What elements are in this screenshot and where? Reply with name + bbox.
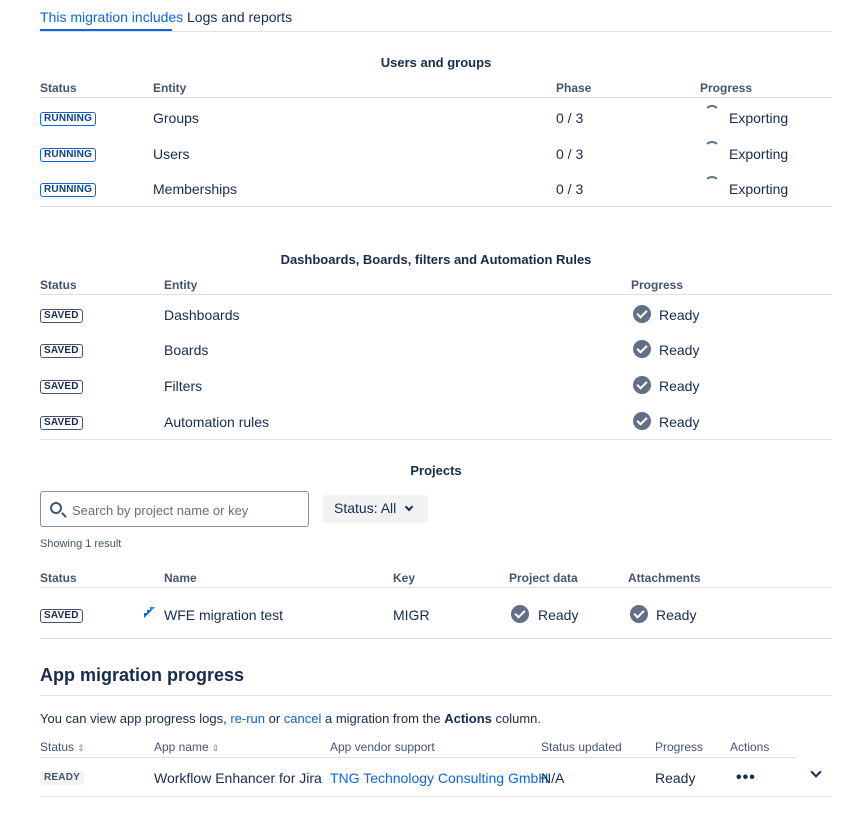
search-field[interactable]	[40, 491, 309, 527]
status-badge: SAVED	[40, 344, 83, 358]
info-actions-bold: Actions	[444, 711, 492, 726]
progress-text: Ready	[659, 378, 700, 394]
chevron-down-icon[interactable]	[810, 766, 822, 778]
progress-text: Ready	[659, 342, 700, 358]
pj-header-divider	[40, 587, 832, 588]
progress-text: Exporting	[729, 110, 789, 126]
users-groups-title: Users and groups	[380, 55, 492, 70]
entity-name: Filters	[164, 378, 203, 394]
app-actions-header: Actions	[730, 740, 770, 754]
status-badge: RUNNING	[40, 183, 97, 197]
info-middle: a migration from the	[321, 711, 445, 726]
ug-progress-header: Progress	[700, 81, 753, 95]
status-badge: RUNNING	[40, 112, 97, 126]
info-or: or	[265, 711, 284, 726]
phase-value: 0 / 3	[556, 146, 584, 162]
vendor-support-link[interactable]: TNG Technology Consulting GmbH	[330, 770, 548, 786]
phase-value: 0 / 3	[556, 110, 584, 126]
spinner-icon	[704, 176, 720, 192]
attachments-status: Ready	[656, 607, 697, 623]
pj-project-data-header: Project data	[509, 571, 578, 585]
search-icon	[50, 502, 62, 514]
entity-name: Groups	[153, 110, 199, 126]
project-data-status: Ready	[538, 607, 579, 623]
check-circle-icon	[511, 605, 529, 623]
status-badge: SAVED	[40, 309, 83, 323]
status-filter-button[interactable]: Status: All	[323, 495, 428, 523]
pj-bottom-divider	[40, 638, 832, 639]
app-name-header[interactable]: App name ⇕	[154, 740, 219, 754]
app-updated-header: Status updated	[541, 740, 622, 754]
pj-key-header: Key	[393, 571, 416, 585]
app-status-header[interactable]: Status ⇕	[40, 740, 85, 754]
app-name: Workflow Enhancer for Jira	[154, 770, 322, 786]
entity-name: Boards	[164, 342, 209, 358]
sort-icon: ⇕	[77, 743, 85, 753]
result-count: Showing 1 result	[40, 538, 122, 550]
check-circle-icon	[633, 340, 651, 358]
app-status-header-label: Status	[40, 740, 75, 754]
app-info-text: You can view app progress logs, re-run o…	[40, 711, 541, 726]
more-actions-icon[interactable]: •••	[736, 769, 756, 787]
ug-bottom-divider	[40, 206, 832, 207]
app-header-divider	[40, 757, 797, 758]
ug-header-divider	[40, 97, 832, 98]
tab-logs-and-reports[interactable]: Logs and reports	[187, 9, 292, 25]
search-input[interactable]	[72, 500, 297, 520]
entity-name: Automation rules	[164, 414, 270, 430]
status-updated: N/A	[541, 770, 565, 786]
pj-attachments-header: Attachments	[628, 571, 701, 585]
app-name-header-label: App name	[154, 740, 209, 754]
db-bottom-divider	[40, 439, 832, 440]
spinner-icon	[704, 141, 720, 157]
status-badge: SAVED	[40, 609, 83, 623]
ug-status-header: Status	[40, 81, 77, 95]
rerun-link[interactable]: re-run	[230, 711, 265, 726]
app-progress-header: Progress	[655, 740, 704, 754]
entity-name: Dashboards	[164, 307, 240, 323]
progress-text: Exporting	[729, 146, 789, 162]
check-circle-icon	[633, 412, 651, 430]
project-name[interactable]: WFE migration test	[164, 607, 283, 623]
progress-text: Ready	[659, 307, 700, 323]
spinner-icon	[704, 105, 720, 121]
entity-name: Users	[153, 146, 190, 162]
info-prefix: You can view app progress logs,	[40, 711, 231, 726]
progress-text: Ready	[659, 414, 700, 430]
db-status-header: Status	[40, 278, 77, 292]
jira-software-icon	[144, 607, 155, 618]
info-suffix: column.	[491, 711, 542, 726]
progress-text: Exporting	[729, 181, 789, 197]
check-circle-icon	[630, 605, 648, 623]
tabs-divider	[40, 31, 832, 32]
entity-name: Memberships	[153, 181, 238, 197]
check-circle-icon	[633, 376, 651, 394]
app-progress: Ready	[655, 770, 696, 786]
cancel-link[interactable]: cancel	[284, 711, 322, 726]
sort-icon: ⇕	[211, 743, 220, 753]
projects-title: Projects	[410, 463, 462, 478]
dashboards-title: Dashboards, Boards, filters and Automati…	[280, 252, 592, 267]
check-circle-icon	[633, 305, 651, 323]
pj-name-header: Name	[164, 571, 197, 585]
tab-this-migration-includes[interactable]: This migration includes	[40, 9, 183, 25]
app-migration-heading: App migration progress	[40, 665, 245, 685]
pj-status-header: Status	[40, 571, 77, 585]
status-badge: READY	[40, 771, 85, 785]
app-heading-divider	[40, 695, 832, 696]
db-entity-header: Entity	[164, 278, 198, 292]
app-bottom-divider	[40, 796, 832, 797]
status-badge: RUNNING	[40, 148, 97, 162]
db-progress-header: Progress	[631, 278, 684, 292]
project-key: MIGR	[393, 607, 430, 623]
ug-entity-header: Entity	[153, 81, 187, 95]
status-badge: SAVED	[40, 416, 83, 430]
status-badge: SAVED	[40, 380, 83, 394]
ug-phase-header: Phase	[556, 81, 592, 95]
phase-value: 0 / 3	[556, 181, 584, 197]
app-vendor-header: App vendor support	[330, 740, 435, 754]
chevron-down-icon	[405, 502, 414, 512]
status-filter-label: Status: All	[334, 500, 397, 516]
db-header-divider	[40, 294, 832, 295]
